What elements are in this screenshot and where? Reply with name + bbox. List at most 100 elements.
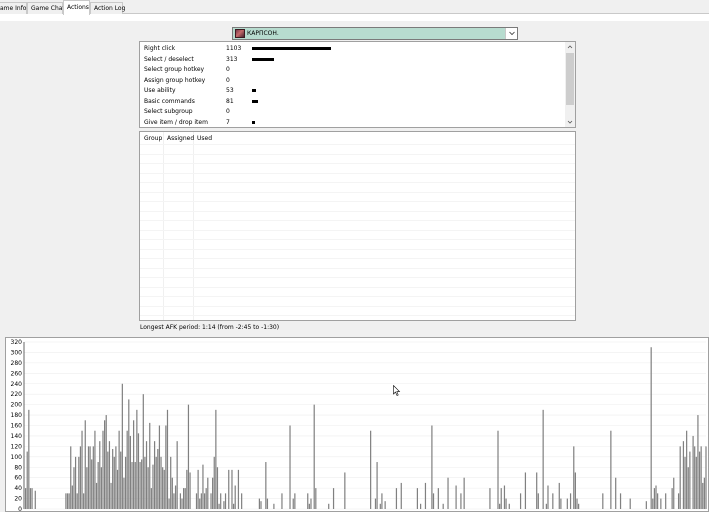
chart-bar (199, 498, 201, 509)
chart-bar (29, 488, 32, 509)
stat-row[interactable]: Select / deselect 313 (140, 54, 566, 65)
chart-bar (176, 441, 178, 509)
stat-row[interactable]: Use ability 53 (140, 85, 566, 96)
chart-bar (168, 498, 170, 509)
chart-bar (123, 477, 125, 509)
chart-bar (184, 488, 186, 509)
chart-bar (547, 485, 549, 509)
chart-bar (289, 425, 291, 509)
y-tick-label: 0 (18, 506, 22, 511)
chart-bar (508, 503, 510, 509)
stat-value: 0 (226, 66, 230, 73)
column-header-assigned[interactable]: Assigned (167, 135, 194, 142)
row-divider (140, 201, 575, 202)
chart-bar (431, 425, 433, 509)
chart-bar (87, 446, 90, 509)
chart-bar (692, 435, 694, 509)
chart-bar (545, 503, 547, 509)
scrollbar-thumb[interactable] (566, 53, 574, 105)
chart-bar (141, 459, 143, 509)
stat-label: Assign group hotkey (144, 76, 206, 84)
chart-bar (260, 501, 262, 509)
y-tick-label: 280 (11, 360, 23, 367)
chart-bar (153, 441, 156, 509)
stat-row[interactable]: Select group hotkey 0 (140, 64, 566, 75)
chart-bar (610, 430, 612, 509)
chevron-down-icon (509, 31, 515, 36)
chart-bar (292, 498, 294, 509)
row-divider (140, 229, 575, 231)
stat-row[interactable]: Basic commands 81 (140, 96, 566, 107)
chart-bar (460, 493, 462, 509)
stat-row[interactable]: Select subgroup 0 (140, 106, 566, 117)
chart-bar (653, 488, 656, 509)
chart-bar (700, 446, 702, 509)
chart-bar (183, 488, 185, 509)
chart-bar (92, 446, 94, 509)
chart-bar (702, 482, 704, 509)
chart-bar (574, 472, 577, 509)
chart-bar (205, 488, 207, 509)
chart-bar (395, 488, 398, 509)
chart-bar (126, 430, 128, 509)
chart-bar (68, 493, 70, 509)
chart-bar (160, 456, 162, 509)
y-tick-label: 40 (14, 485, 22, 492)
chart-bar (70, 446, 72, 509)
chart-bar (104, 420, 106, 509)
chart-bar (28, 409, 30, 509)
row-divider (140, 277, 575, 278)
chart-bar (99, 441, 101, 509)
dropdown-arrow[interactable] (505, 28, 517, 39)
row-divider (140, 267, 575, 269)
y-tick-label: 320 (11, 339, 23, 346)
chart-bar (158, 425, 161, 509)
chart-bar (83, 493, 85, 509)
chart-bar (157, 448, 159, 509)
chart-bar (95, 482, 98, 509)
tab-action-log[interactable]: Action Log (90, 2, 125, 14)
tab-actions[interactable]: Actions (63, 0, 90, 15)
column-header-used[interactable]: Used (197, 135, 212, 142)
row-divider (140, 286, 575, 288)
stat-row[interactable]: Assign group hotkey 0 (140, 75, 566, 86)
chart-bar (650, 347, 652, 509)
stats-scrollbar[interactable] (565, 42, 575, 127)
action-stats-list[interactable]: Right click 1103 Select / deselect 313 Selec… (139, 41, 576, 128)
group-hotkeys-table[interactable]: Group Assigned Used (139, 131, 576, 321)
y-tick-label: 300 (11, 349, 23, 356)
chart-bar (241, 493, 243, 509)
chart-bar (689, 451, 691, 509)
stat-row[interactable]: Right click 1103 (140, 43, 566, 54)
chart-bar (174, 485, 177, 509)
scroll-up-icon[interactable] (567, 44, 573, 50)
chart-bar (660, 498, 662, 509)
stat-bar (252, 120, 255, 124)
chart-bar (79, 446, 82, 509)
y-tick-label: 60 (14, 475, 22, 482)
stat-row[interactable]: Give item / drop item 7 (140, 117, 566, 128)
column-header-group[interactable]: Group (144, 135, 162, 142)
chart-bar (173, 493, 175, 509)
chart-bar (442, 503, 444, 509)
tab-game-chat[interactable]: Game Chat (27, 2, 65, 14)
chart-bar (705, 446, 707, 509)
chart-bar (149, 422, 151, 509)
scroll-down-icon[interactable] (567, 119, 573, 125)
stat-value: 313 (226, 55, 238, 63)
player-select[interactable]: КАРПСОН. (232, 27, 518, 40)
chart-bar (558, 482, 560, 509)
row-divider (140, 296, 575, 297)
chart-bar (94, 430, 96, 509)
row-divider (140, 220, 575, 221)
chart-bar (536, 472, 538, 509)
chart-bar (424, 482, 427, 509)
chart-bar (665, 493, 667, 509)
row-divider (140, 191, 575, 193)
chart-bar (552, 493, 554, 509)
chart-bar (31, 488, 33, 509)
chart-bar (91, 459, 93, 509)
y-tick-label: 140 (11, 433, 23, 440)
tab-game-info[interactable]: ame Info (0, 2, 27, 14)
y-tick-label: 260 (11, 370, 23, 377)
